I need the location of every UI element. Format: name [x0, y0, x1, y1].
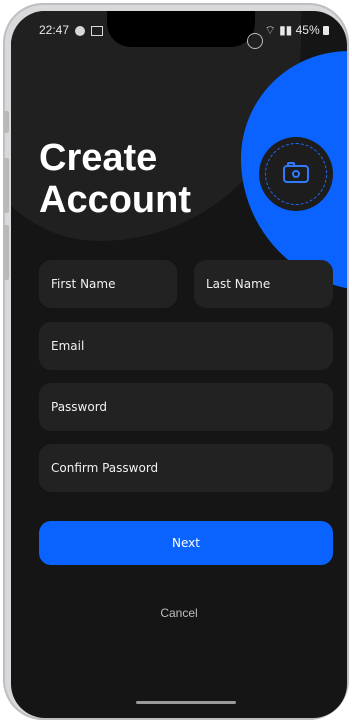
side-button-volume-up — [3, 158, 9, 213]
confirm-password-field[interactable] — [39, 444, 333, 492]
front-camera — [247, 33, 263, 49]
phone-frame: 22:47 ⌔ ▮▮ 45% Create Account First Name… — [3, 3, 349, 720]
battery-icon — [323, 26, 329, 36]
password-field[interactable] — [39, 383, 333, 431]
home-indicator[interactable] — [136, 701, 236, 704]
password-input[interactable] — [49, 399, 323, 415]
last-name-input[interactable] — [204, 276, 323, 292]
confirm-password-input[interactable] — [49, 460, 323, 476]
profile-photo-button[interactable] — [259, 137, 333, 211]
next-button[interactable]: Next — [39, 521, 333, 565]
next-button-label: Next — [172, 536, 200, 550]
side-button-mute — [3, 111, 9, 133]
cancel-label: Cancel — [160, 606, 198, 620]
notification-icon — [75, 25, 86, 36]
status-time: 22:47 — [39, 23, 70, 37]
title-line-1: Create — [39, 137, 158, 179]
cast-icon — [90, 25, 103, 36]
cancel-link[interactable]: Cancel — [11, 606, 347, 620]
wifi-icon: ⌔ — [264, 23, 276, 37]
side-button-volume-down — [3, 225, 9, 280]
notch — [107, 11, 255, 47]
first-name-field[interactable] — [39, 260, 177, 308]
page-title: Create Account — [39, 137, 191, 221]
battery-percent: 45% — [295, 23, 320, 37]
email-input[interactable] — [49, 338, 323, 354]
title-line-2: Account — [39, 179, 191, 221]
status-bar-left: 22:47 — [39, 23, 103, 37]
last-name-field[interactable] — [194, 260, 333, 308]
status-bar-right: ⌔ ▮▮ 45% — [264, 23, 329, 38]
app-screen: 22:47 ⌔ ▮▮ 45% Create Account First Name… — [11, 11, 347, 718]
signal-icon: ▮▮ — [279, 23, 293, 37]
first-name-input[interactable] — [49, 276, 167, 292]
email-field[interactable] — [39, 322, 333, 370]
camera-icon — [283, 162, 309, 183]
